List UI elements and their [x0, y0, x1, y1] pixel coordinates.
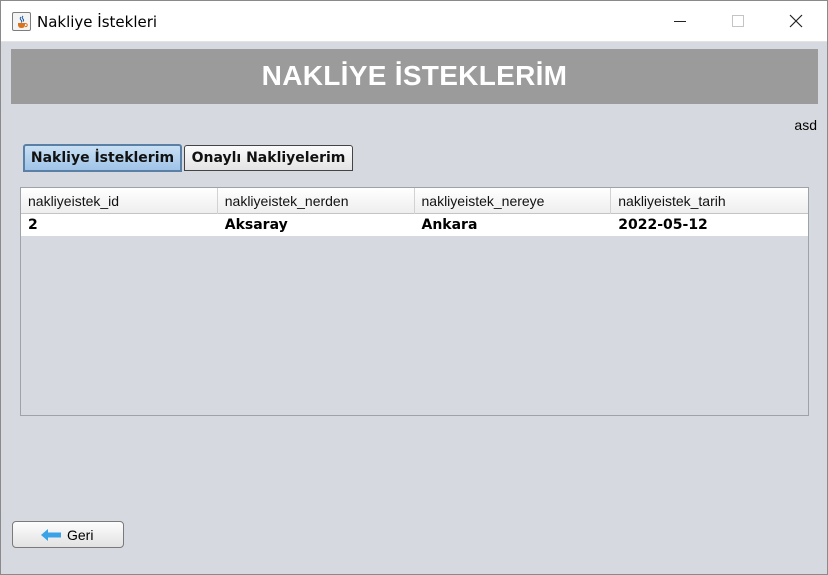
arrow-left-icon	[41, 529, 61, 541]
cell-nereye[interactable]: Ankara	[415, 214, 612, 236]
title-bar[interactable]: Nakliye İstekleri	[1, 1, 827, 42]
cell-nerden[interactable]: Aksaray	[218, 214, 415, 236]
tab-onayli-nakliyelerim[interactable]: Onaylı Nakliyelerim	[184, 145, 353, 171]
page-title: NAKLİYE İSTEKLERİM	[261, 60, 568, 91]
close-icon	[789, 14, 803, 28]
maximize-button[interactable]	[709, 1, 767, 42]
column-header-nerden[interactable]: nakliyeistek_nerden	[218, 188, 415, 214]
column-header-tarih[interactable]: nakliyeistek_tarih	[611, 188, 808, 214]
minimize-button[interactable]	[651, 1, 709, 42]
cell-id[interactable]: 2	[21, 214, 218, 236]
table-row[interactable]: 2 Aksaray Ankara 2022-05-12	[21, 214, 808, 236]
tab-nakliye-isteklerim[interactable]: Nakliye İsteklerim	[23, 144, 182, 172]
table-header: nakliyeistek_id nakliyeistek_nerden nakl…	[21, 188, 808, 214]
back-button-label: Geri	[67, 527, 94, 543]
maximize-icon	[732, 15, 744, 27]
close-button[interactable]	[767, 1, 825, 42]
header-banner: NAKLİYE İSTEKLERİM	[11, 49, 818, 104]
minimize-icon	[674, 21, 686, 22]
column-header-nereye[interactable]: nakliyeistek_nereye	[415, 188, 612, 214]
java-cup-icon	[12, 12, 31, 31]
app-window: Nakliye İstekleri NAKLİYE İSTEKLERİM asd…	[0, 0, 828, 575]
cell-tarih[interactable]: 2022-05-12	[611, 214, 808, 236]
requests-table: nakliyeistek_id nakliyeistek_nerden nakl…	[20, 187, 809, 416]
back-button[interactable]: Geri	[12, 521, 124, 548]
window-title: Nakliye İstekleri	[37, 13, 158, 31]
username-label: asd	[794, 117, 817, 133]
column-header-id[interactable]: nakliyeistek_id	[21, 188, 218, 214]
